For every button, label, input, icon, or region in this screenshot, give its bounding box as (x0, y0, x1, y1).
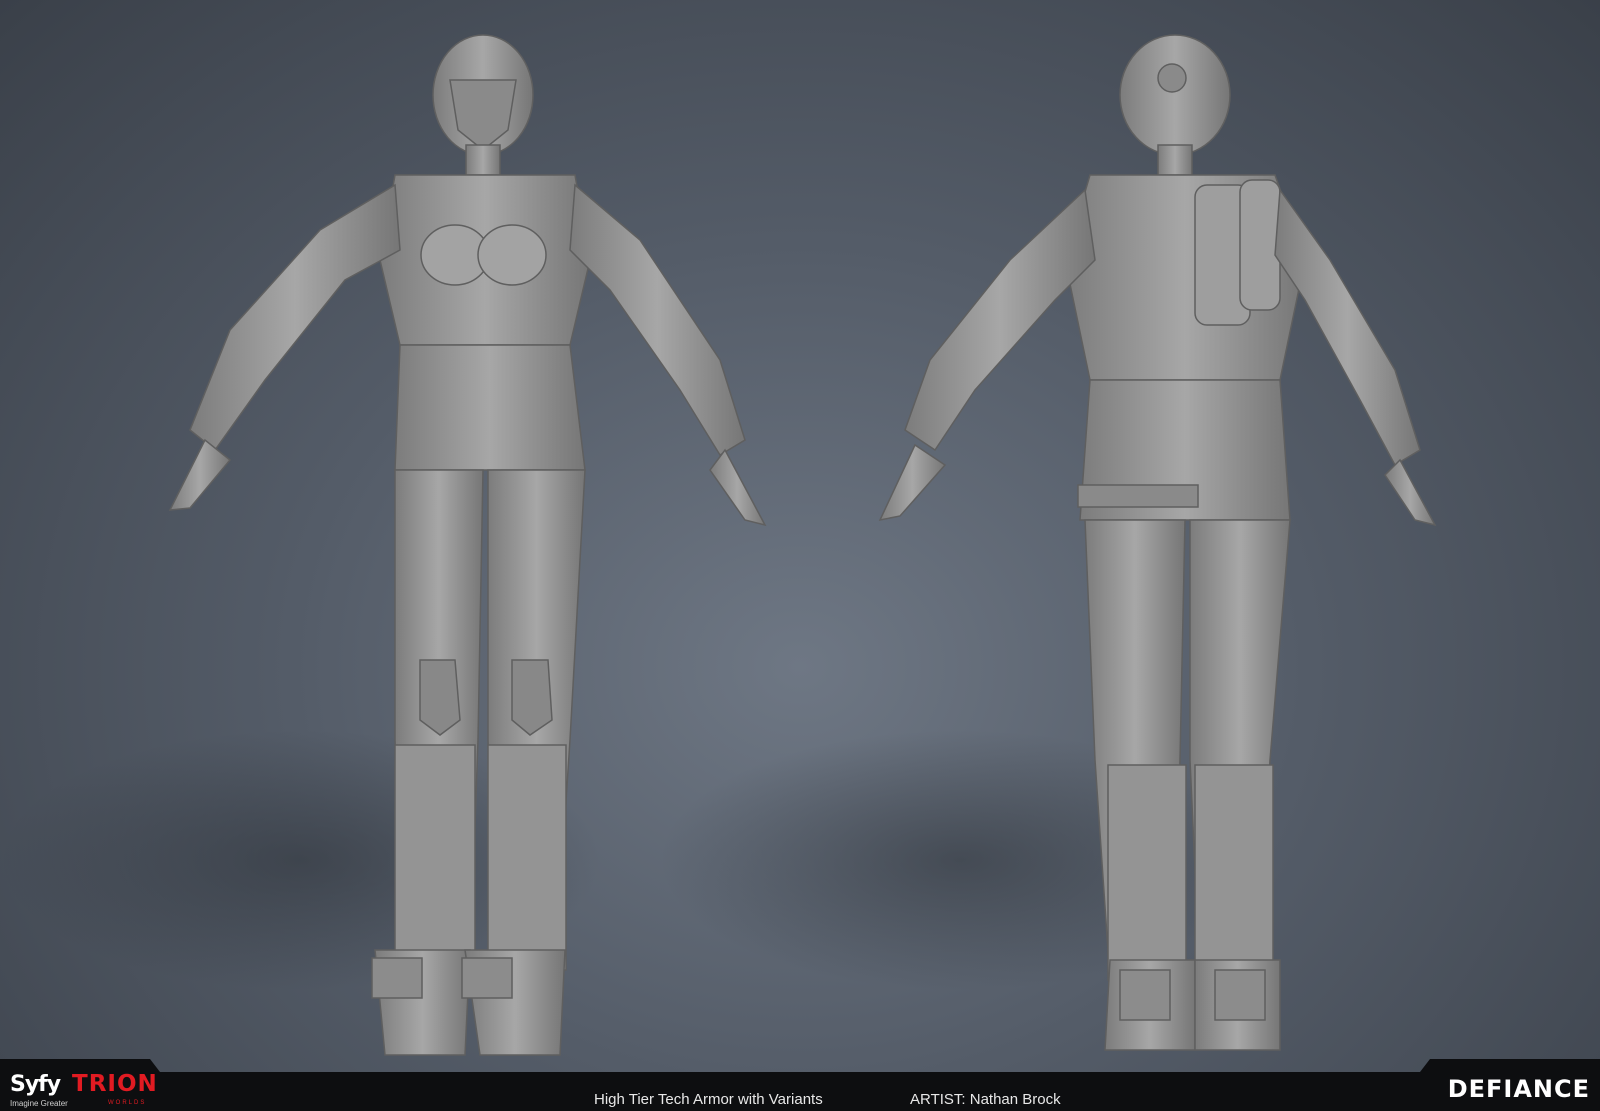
defiance-logo: DEFIANCE (1447, 1075, 1590, 1103)
syfy-tagline: Imagine Greater (10, 1099, 68, 1108)
image-title: High Tier Tech Armor with Variants (594, 1091, 823, 1108)
artist-credit: ARTIST: Nathan Brock (910, 1091, 1061, 1108)
trion-sub-logo: WORLDS (108, 1100, 147, 1106)
render-viewport (0, 0, 1600, 1072)
syfy-logo: Syfy (10, 1072, 61, 1097)
trion-logo: TRION (72, 1071, 158, 1097)
